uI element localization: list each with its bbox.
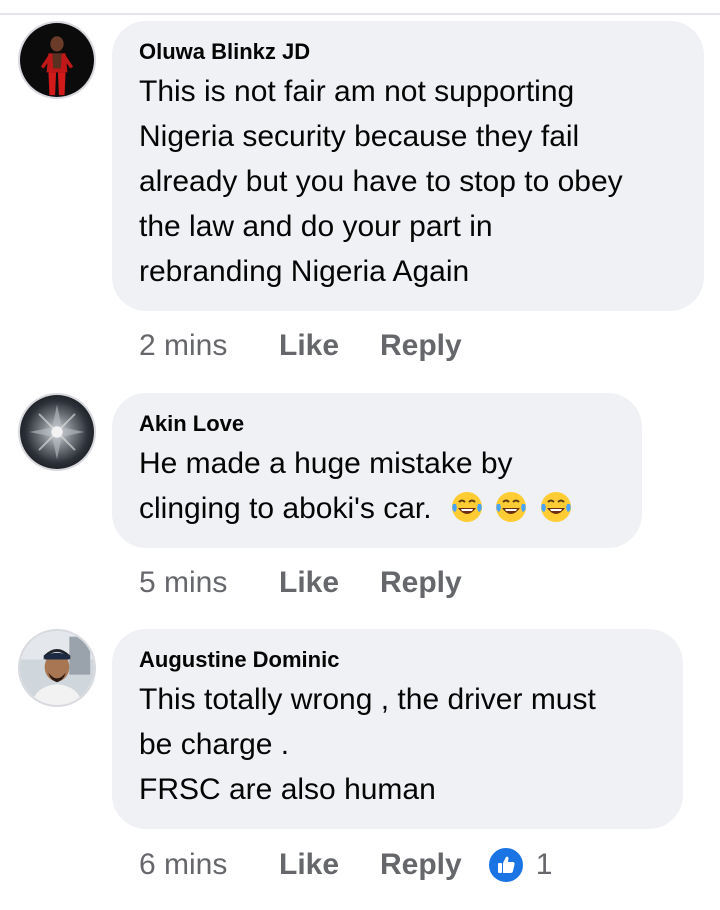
comment-text: This is not fair am not supporting Niger… — [139, 69, 678, 294]
comment-text-line: FRSC are also human — [139, 773, 436, 806]
face-with-tears-of-joy-icon — [496, 492, 527, 522]
comment-text-line: This is not fair am not supporting — [139, 75, 575, 108]
thumbs-up-icon — [497, 856, 515, 873]
comment-text-line: He made a huge mistake by — [139, 447, 513, 480]
reply-button[interactable]: Reply — [380, 848, 462, 882]
like-reaction-badge — [485, 845, 526, 885]
avatar-photo — [20, 395, 94, 469]
comment-actions: 6 mins Like Reply 1 — [139, 845, 552, 885]
comment-author[interactable]: Akin Love — [139, 411, 616, 437]
comment-text-line: clinging to aboki's car. — [139, 492, 432, 525]
comment-timestamp[interactable]: 2 mins — [139, 329, 279, 363]
comment-bubble: Oluwa Blinkz JD This is not fair am not … — [112, 21, 704, 311]
comment-text-line-with-emoji: clinging to aboki's car. — [139, 486, 616, 531]
comment-text-line: rebranding Nigeria Again — [139, 255, 470, 288]
comment-actions: 5 mins Like Reply — [139, 563, 462, 603]
comment-author[interactable]: Oluwa Blinkz JD — [139, 39, 678, 65]
face-with-tears-of-joy-icon — [451, 492, 482, 522]
comment-timestamp[interactable]: 5 mins — [139, 566, 279, 600]
comment-bubble: Augustine Dominic This totally wrong , t… — [112, 629, 683, 829]
comment-text: This totally wrong , the driver must be … — [139, 677, 657, 812]
like-button[interactable]: Like — [279, 329, 380, 363]
comment-author[interactable]: Augustine Dominic — [139, 647, 657, 673]
comment-text-line: Nigeria security because they fail — [139, 120, 580, 153]
avatar-photo — [20, 631, 94, 705]
comment-bubble: Akin Love He made a huge mistake by clin… — [112, 393, 642, 548]
like-button[interactable]: Like — [279, 848, 380, 882]
comment-text-line: the law and do your part in — [139, 210, 493, 243]
avatar-photo — [20, 23, 94, 97]
avatar[interactable] — [18, 629, 96, 707]
comment-timestamp[interactable]: 6 mins — [139, 848, 279, 882]
comment-text-line: be charge . — [139, 728, 290, 761]
avatar[interactable] — [18, 393, 96, 471]
like-button[interactable]: Like — [279, 566, 380, 600]
comment-actions: 2 mins Like Reply — [139, 326, 462, 366]
avatar[interactable] — [18, 21, 96, 99]
comment-text-line: already but you have to stop to obey — [139, 165, 623, 198]
reaction-count: 1 — [535, 848, 553, 881]
reaction-summary[interactable]: 1 — [485, 845, 553, 885]
reply-button[interactable]: Reply — [380, 329, 462, 363]
face-with-tears-of-joy-icon — [540, 492, 571, 522]
reply-button[interactable]: Reply — [380, 566, 462, 600]
comment-text: He made a huge mistake by clinging to ab… — [139, 441, 616, 531]
comment-text-line: This totally wrong , the driver must — [139, 683, 596, 716]
top-divider — [0, 13, 720, 15]
